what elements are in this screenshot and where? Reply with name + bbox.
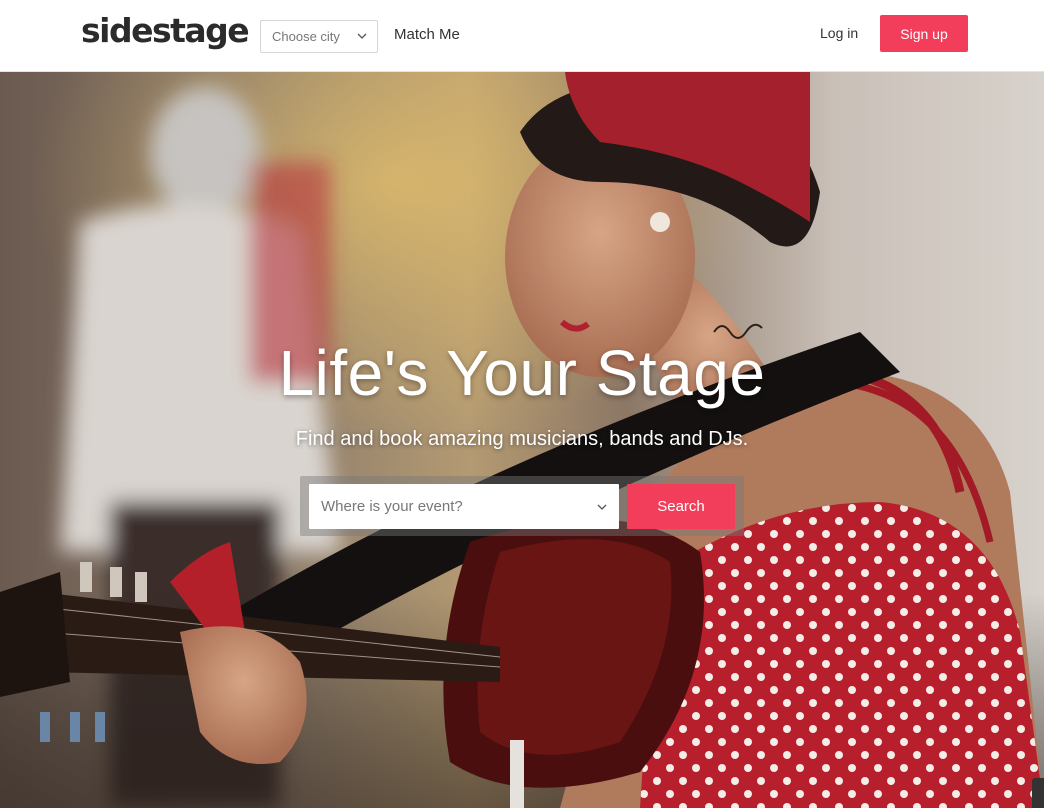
search-button[interactable]: Search — [627, 484, 735, 529]
choose-city-select[interactable]: Choose city — [260, 20, 378, 53]
hero-subtitle: Find and book amazing musicians, bands a… — [295, 428, 749, 450]
signup-button[interactable]: Sign up — [880, 15, 968, 52]
feedback-tab[interactable] — [1032, 778, 1044, 808]
sidestage-logo[interactable]: sidestage — [81, 9, 250, 53]
event-location-placeholder: Where is your event? — [321, 498, 463, 515]
chevron-down-icon — [597, 504, 607, 510]
chevron-down-icon — [357, 33, 367, 39]
event-location-select[interactable]: Where is your event? — [309, 484, 619, 529]
hero-title: Life's Your Stage — [278, 337, 766, 409]
city-select-value: Choose city — [272, 29, 340, 44]
top-navbar: sidestage Choose city Match Me Log in Si… — [0, 0, 1044, 72]
login-link[interactable]: Log in — [820, 25, 858, 41]
match-me-link[interactable]: Match Me — [394, 26, 460, 43]
hero-section: Life's Your Stage Find and book amazing … — [0, 72, 1044, 808]
